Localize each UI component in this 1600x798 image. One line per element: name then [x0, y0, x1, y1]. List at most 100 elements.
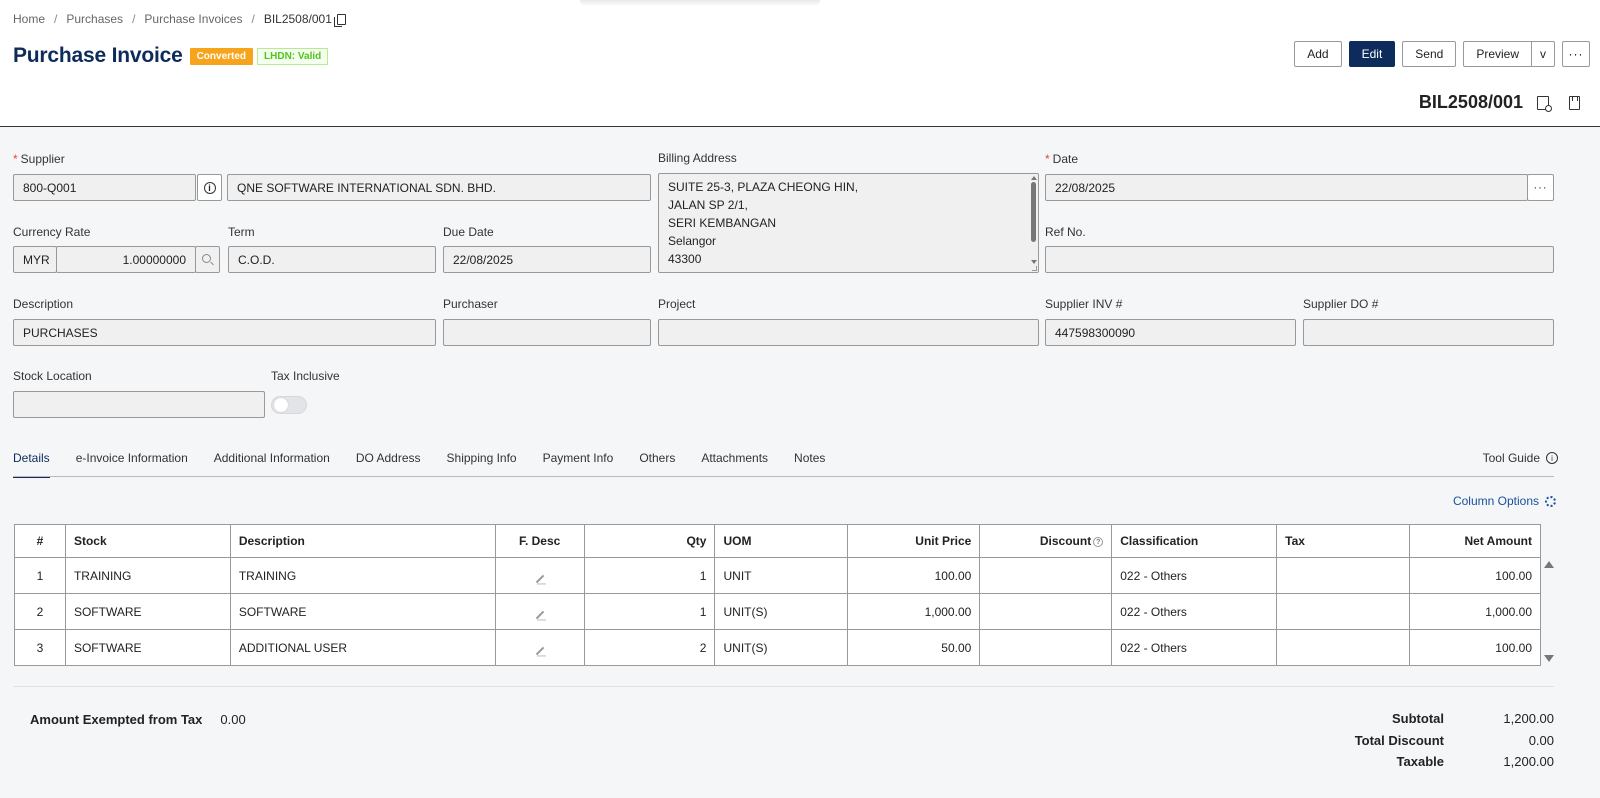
more-button[interactable]: ··· [1562, 41, 1590, 67]
title-row: Purchase Invoice Converted LHDN: Valid [13, 44, 329, 68]
pencil-icon[interactable] [535, 646, 544, 655]
tab-shipping-info[interactable]: Shipping Info [447, 451, 517, 478]
supplier-do-label: Supplier DO # [1303, 297, 1379, 311]
project-label: Project [658, 297, 696, 311]
tab-attachments[interactable]: Attachments [701, 451, 768, 478]
pencil-icon[interactable] [535, 610, 544, 619]
supplier-label: * Supplier [13, 152, 65, 166]
tab-do-address[interactable]: DO Address [356, 451, 421, 478]
currency-code-field[interactable]: MYR [13, 246, 57, 273]
subtotal-label: Subtotal [1392, 711, 1444, 727]
project-field[interactable] [658, 319, 1039, 346]
col-header-index[interactable]: # [14, 524, 66, 558]
tool-guide-link[interactable]: Tool Guide i [1483, 451, 1558, 465]
breadcrumb-home[interactable]: Home [13, 12, 45, 26]
tab-payment-info[interactable]: Payment Info [543, 451, 614, 478]
resize-handle-icon[interactable] [1032, 266, 1037, 271]
pencil-icon[interactable] [535, 574, 544, 583]
tab-e-invoice-information[interactable]: e-Invoice Information [76, 451, 188, 478]
totals-panel: Subtotal 1,200.00 Total Discount 0.00 Ta… [1355, 708, 1554, 773]
table-row[interactable]: 1 TRAINING TRAINING 1 UNIT 100.00 022 - … [14, 557, 1542, 594]
column-options-link[interactable]: Column Options [1453, 494, 1556, 508]
breadcrumb-purchases[interactable]: Purchases [66, 12, 123, 26]
description-label: Description [13, 297, 74, 311]
exempt-label: Amount Exempted from Tax [30, 712, 203, 727]
breadcrumb: Home / Purchases / Purchase Invoices / B… [13, 12, 346, 27]
col-header-discount[interactable]: Discount? [979, 524, 1113, 558]
stock-location-field[interactable] [13, 391, 265, 418]
table-row[interactable]: 3 SOFTWARE ADDITIONAL USER 2 UNIT(S) 50.… [14, 629, 1542, 666]
supplier-inv-field[interactable]: 447598300090 [1045, 319, 1296, 346]
currency-rate-label: Currency Rate [13, 225, 91, 239]
col-header-description[interactable]: Description [229, 524, 496, 558]
description-field[interactable]: PURCHASES [13, 319, 436, 346]
col-header-classification[interactable]: Classification [1111, 524, 1278, 558]
breadcrumb-purchase-invoices[interactable]: Purchase Invoices [144, 12, 242, 26]
col-header-qty[interactable]: Qty [583, 524, 716, 558]
tax-inclusive-toggle[interactable] [271, 396, 307, 414]
date-picker-button[interactable]: ··· [1527, 174, 1554, 201]
tab-notes[interactable]: Notes [794, 451, 825, 478]
tab-details[interactable]: Details [13, 451, 50, 478]
line-items-table: # Stock Description F. Desc Qty UOM Unit… [14, 524, 1542, 666]
col-header-fdesc[interactable]: F. Desc [494, 524, 585, 558]
taxable-value: 1,200.00 [1503, 754, 1554, 770]
table-scroll-down-icon[interactable] [1544, 655, 1554, 662]
bookmark-icon[interactable] [1569, 95, 1580, 110]
table-scroll-up-icon[interactable] [1544, 561, 1554, 568]
preview-group: Preview v [1463, 41, 1555, 67]
date-field[interactable]: 22/08/2025 [1045, 174, 1528, 201]
table-row[interactable]: 2 SOFTWARE SOFTWARE 1 UNIT(S) 1,000.00 0… [14, 593, 1542, 630]
currency-rate-field[interactable]: 1.00000000 [56, 246, 196, 273]
col-header-net-amount[interactable]: Net Amount [1408, 524, 1542, 558]
total-discount-row: Total Discount 0.00 [1355, 730, 1554, 752]
subtotal-row: Subtotal 1,200.00 [1355, 708, 1554, 730]
term-label: Term [228, 225, 255, 239]
help-icon[interactable]: ? [1093, 536, 1104, 547]
tab-others[interactable]: Others [639, 451, 675, 478]
col-header-uom[interactable]: UOM [714, 524, 849, 558]
total-discount-label: Total Discount [1354, 732, 1444, 748]
doc-number: BIL2508/001 [1418, 92, 1523, 112]
purchaser-field[interactable] [443, 319, 651, 346]
scroll-down-icon[interactable] [1031, 260, 1037, 264]
supplier-name-field[interactable]: QNE SOFTWARE INTERNATIONAL SDN. BHD. [227, 174, 651, 201]
gear-icon [1545, 495, 1556, 507]
term-field[interactable]: C.O.D. [228, 246, 436, 273]
subtotal-value: 1,200.00 [1503, 711, 1554, 727]
ref-no-label: Ref No. [1045, 225, 1086, 239]
tab-divider [13, 476, 1554, 477]
col-header-tax[interactable]: Tax [1276, 524, 1410, 558]
tab-additional-information[interactable]: Additional Information [214, 451, 330, 478]
purchaser-label: Purchaser [443, 297, 498, 311]
top-shadow [580, 0, 820, 6]
col-header-stock[interactable]: Stock [64, 524, 231, 558]
col-header-unit-price[interactable]: Unit Price [847, 524, 981, 558]
amount-exempted: Amount Exempted from Tax 0.00 [30, 712, 246, 727]
supplier-do-field[interactable] [1303, 319, 1554, 346]
supplier-info-button[interactable]: i [197, 174, 222, 201]
doc-search-icon[interactable] [1537, 95, 1552, 112]
billing-scrollbar[interactable] [1031, 182, 1036, 242]
tax-inclusive-label: Tax Inclusive [271, 369, 340, 383]
billing-address-label: Billing Address [658, 151, 737, 165]
scroll-up-icon[interactable] [1031, 176, 1037, 180]
ref-no-field[interactable] [1045, 246, 1554, 273]
stock-location-label: Stock Location [13, 369, 92, 383]
breadcrumb-current: BIL2508/001 [263, 12, 332, 26]
edit-button[interactable]: Edit [1348, 41, 1396, 67]
copy-icon[interactable] [333, 13, 346, 27]
due-date-field[interactable]: 22/08/2025 [443, 246, 651, 273]
table-header-row: # Stock Description F. Desc Qty UOM Unit… [14, 524, 1542, 558]
add-button[interactable]: Add [1294, 41, 1342, 67]
currency-search-button[interactable] [195, 246, 220, 273]
preview-button[interactable]: Preview [1463, 41, 1532, 67]
supplier-code-field[interactable]: 800-Q001 [13, 174, 196, 201]
info-icon: i [1546, 452, 1558, 464]
preview-dropdown-button[interactable]: v [1532, 41, 1555, 67]
billing-address-field[interactable]: SUITE 25-3, PLAZA CHEONG HIN, JALAN SP 2… [658, 173, 1039, 273]
tab-bar: Details e-Invoice Information Additional… [13, 451, 851, 478]
search-icon [202, 254, 211, 263]
info-icon: i [203, 181, 216, 194]
send-button[interactable]: Send [1402, 41, 1457, 67]
